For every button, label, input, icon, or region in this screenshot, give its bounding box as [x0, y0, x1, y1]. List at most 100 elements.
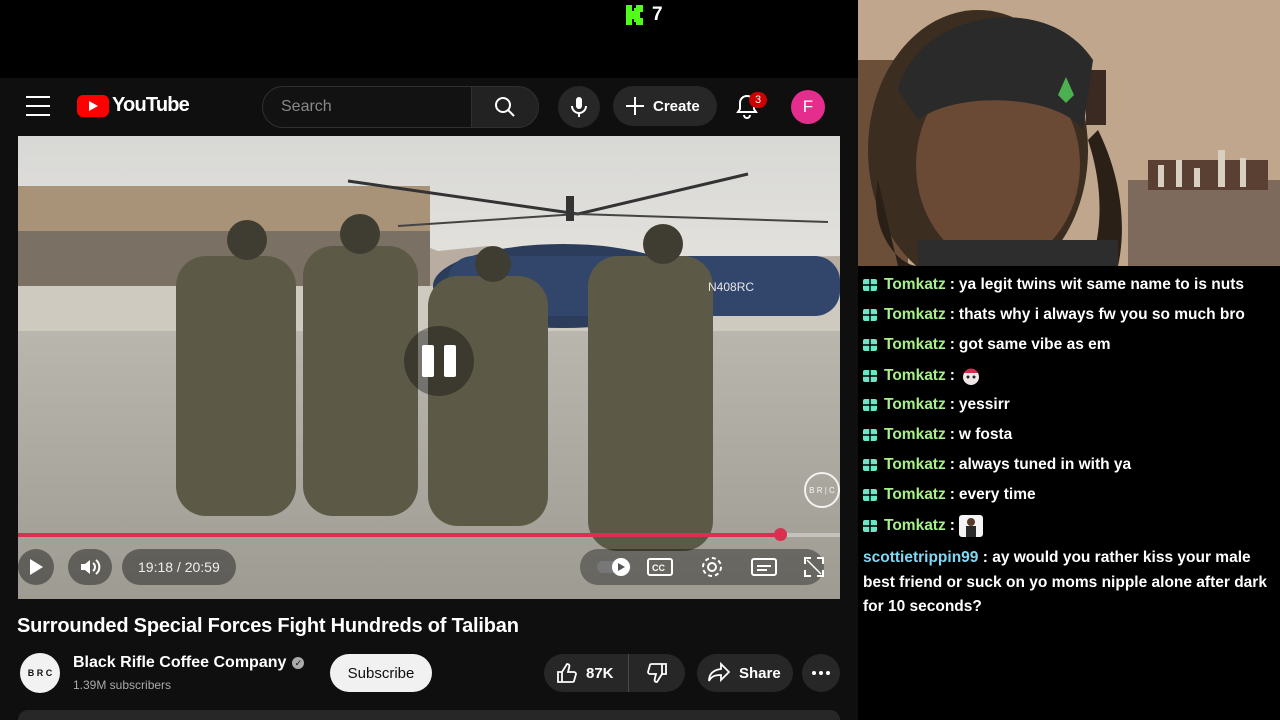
menu-icon[interactable]: [26, 96, 50, 116]
chat-text: yessirr: [958, 396, 1010, 413]
chat-username[interactable]: Tomkatz: [884, 367, 946, 385]
more-actions-button[interactable]: [802, 654, 840, 692]
chat-text: ya legit twins wit same name to is nuts: [958, 276, 1245, 293]
emote-icon: [962, 368, 979, 385]
svg-text:CC: CC: [652, 563, 665, 573]
chat-message: Tomkatz: w fosta: [862, 426, 1012, 444]
share-label: Share: [739, 664, 781, 682]
chat-text: always tuned in with ya: [958, 456, 1132, 473]
gift-badge-icon: [863, 399, 877, 411]
settings-button[interactable]: [698, 555, 726, 579]
chat-username[interactable]: Tomkatz: [884, 517, 946, 535]
share-arrow-icon: [708, 662, 731, 683]
chat-message: Tomkatz: ya legit twins wit same name to …: [862, 276, 1244, 294]
progress-bar[interactable]: [18, 528, 840, 541]
gift-badge-icon: [863, 279, 877, 291]
gift-badge-icon: [863, 459, 877, 471]
captions-button[interactable]: CC: [646, 555, 674, 579]
subscriber-count: 1.39M subscribers: [73, 678, 172, 692]
fullscreen-button[interactable]: [800, 555, 828, 579]
chat-text: w fosta: [958, 426, 1013, 443]
chat-username[interactable]: Tomkatz: [884, 276, 946, 294]
gear-icon: [702, 557, 722, 577]
fullscreen-icon: [804, 557, 824, 577]
channel-name[interactable]: Black Rifle Coffee Company: [73, 654, 286, 672]
channel-avatar[interactable]: B R C: [20, 653, 60, 693]
helicopter-tail-number: N408RC: [708, 280, 754, 294]
video-player[interactable]: N408RC B R | C 19:18 / 20:59 CC: [18, 136, 840, 599]
chat-text: got same vibe as em: [958, 336, 1111, 353]
streamer-webcam: [858, 0, 1280, 266]
volume-icon: [81, 559, 101, 575]
chat-username[interactable]: Tomkatz: [884, 456, 946, 474]
gift-badge-icon: [863, 520, 877, 532]
volume-button[interactable]: [68, 549, 112, 585]
logo-text: YouTube: [112, 94, 190, 116]
captions-icon: CC: [647, 558, 673, 576]
viewer-counter: 7: [626, 4, 663, 26]
player-settings-group: CC: [580, 549, 824, 585]
search-icon: [495, 97, 515, 117]
subscribe-button[interactable]: Subscribe: [330, 654, 432, 692]
chat-message: Tomkatz:: [862, 515, 983, 537]
chat-username[interactable]: Tomkatz: [884, 426, 946, 444]
youtube-header: YouTube Search Create 3 F: [0, 78, 858, 134]
plus-icon: [626, 97, 644, 115]
channel-watermark[interactable]: B R | C: [804, 472, 840, 508]
kick-top-bar: 7: [0, 0, 858, 78]
youtube-play-icon: [77, 94, 109, 117]
progress-fill: [18, 533, 780, 537]
verified-check-icon: ✓: [292, 657, 305, 669]
chat-message: Tomkatz: thats why i always fw you so muc…: [862, 306, 1245, 324]
account-avatar[interactable]: F: [791, 90, 825, 124]
kick-logo-icon: [626, 5, 643, 25]
chat-text: every time: [958, 486, 1036, 503]
dislike-button[interactable]: [629, 654, 685, 692]
like-count: 87K: [586, 664, 614, 682]
time-display: 19:18 / 20:59: [122, 549, 236, 585]
theater-icon: [751, 558, 777, 576]
search-placeholder: Search: [281, 98, 332, 115]
chat-username[interactable]: Tomkatz: [884, 306, 946, 324]
chat-message: Tomkatz: got same vibe as em: [862, 336, 1111, 354]
viewer-count: 7: [652, 4, 663, 25]
chat-username[interactable]: Tomkatz: [884, 396, 946, 414]
youtube-logo[interactable]: YouTube: [77, 94, 190, 117]
channel-name-row[interactable]: Black Rifle Coffee Company ✓: [73, 654, 305, 672]
chat-message: Tomkatz:: [862, 365, 983, 387]
youtube-page: YouTube Search Create 3 F N408RC B R | C…: [0, 78, 858, 720]
chat-text: thats why i always fw you so much bro: [958, 306, 1245, 323]
emote-icon: [958, 515, 983, 537]
create-button[interactable]: Create: [613, 86, 717, 126]
play-button[interactable]: [18, 549, 54, 585]
description-box[interactable]: [18, 710, 840, 720]
thumbs-up-icon: [557, 663, 577, 683]
voice-search-button[interactable]: [558, 86, 600, 128]
search-button[interactable]: [471, 86, 539, 128]
like-button[interactable]: 87K: [544, 654, 629, 692]
gift-badge-icon: [863, 429, 877, 441]
like-dislike-group: 87K: [544, 654, 685, 692]
progress-scrubber[interactable]: [773, 528, 787, 541]
thumbs-down-icon: [647, 663, 667, 683]
pause-button[interactable]: [404, 326, 474, 396]
chat-message: Tomkatz: every time: [862, 486, 1036, 504]
autoplay-icon: [597, 558, 631, 576]
chat-username[interactable]: Tomkatz: [884, 336, 946, 354]
webcam-feed: [858, 0, 1280, 266]
gift-badge-icon: [863, 309, 877, 321]
create-label: Create: [653, 97, 700, 115]
notification-badge: 3: [749, 92, 767, 108]
video-title: Surrounded Special Forces Fight Hundreds…: [17, 615, 519, 637]
gift-badge-icon: [863, 339, 877, 351]
share-button[interactable]: Share: [697, 654, 793, 692]
autoplay-toggle[interactable]: [594, 557, 634, 577]
theater-mode-button[interactable]: [750, 555, 778, 579]
chat-username[interactable]: scottietrippin99: [863, 549, 978, 566]
chat-panel: Tomkatz: ya legit twins wit same name to …: [858, 266, 1280, 720]
chat-username[interactable]: Tomkatz: [884, 486, 946, 504]
chat-message: Tomkatz: always tuned in with ya: [862, 456, 1131, 474]
play-icon: [30, 559, 43, 575]
microphone-icon: [571, 97, 587, 117]
search-input[interactable]: Search: [262, 86, 472, 128]
